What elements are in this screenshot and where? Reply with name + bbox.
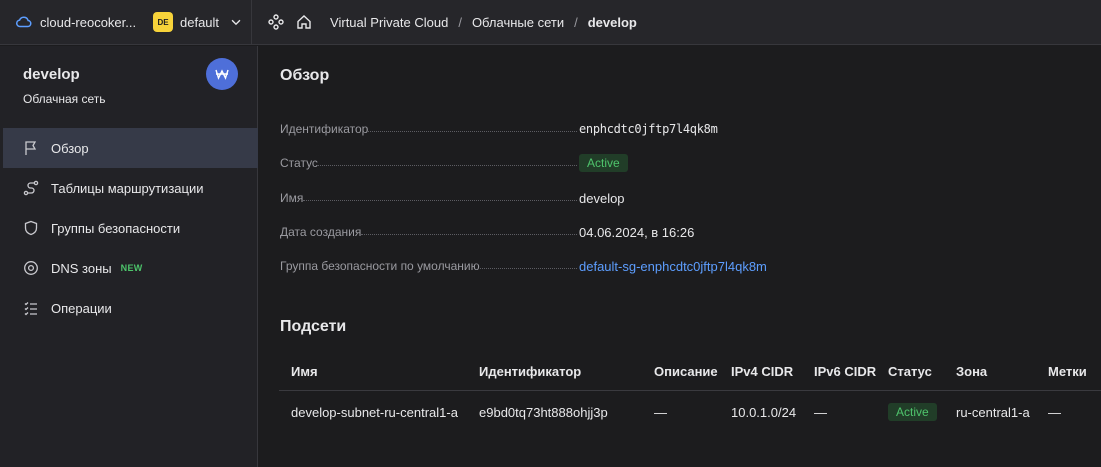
top-bar: cloud-reocoker... DE default Virtual Pri… (0, 0, 1101, 45)
main-content: Обзор Идентификатор enphcdtc0jftp7l4qk8m… (259, 46, 1101, 467)
table-row[interactable]: develop-subnet-ru-central1-a e9bd0tq73ht… (279, 391, 1101, 433)
sidebar-item-label: DNS зоны (51, 260, 112, 276)
field-row: Группа безопасности по умолчанию default… (280, 255, 840, 277)
breadcrumb-separator: / (574, 14, 578, 30)
column-header-description[interactable]: Описание (654, 352, 718, 390)
column-header-ipv4[interactable]: IPv4 CIDR (731, 352, 793, 390)
resource-type: Облачная сеть (23, 92, 106, 106)
folder-name[interactable]: default (180, 15, 219, 30)
dotted-leader (368, 131, 577, 132)
network-name: develop (579, 190, 625, 206)
column-header-ipv6[interactable]: IPv6 CIDR (814, 352, 876, 390)
subnet-ipv6: — (814, 404, 827, 420)
dotted-leader (317, 165, 577, 166)
services-icon[interactable] (268, 14, 284, 30)
sidebar-item-dns-zones[interactable]: DNS зоны NEW (3, 248, 258, 288)
field-row: Имя develop (280, 187, 840, 209)
cloud-icon (15, 16, 32, 28)
network-id[interactable]: enphcdtc0jftp7l4qk8m (579, 122, 718, 136)
table-header: Имя Идентификатор Описание IPv4 CIDR IPv… (279, 352, 1101, 391)
field-label-text: Имя (280, 191, 304, 205)
vpc-service-icon (206, 58, 238, 90)
home-icon[interactable] (296, 14, 312, 30)
sidebar-item-operations[interactable]: Операции (3, 288, 258, 328)
field-label: Идентификатор (280, 122, 579, 136)
breadcrumb-separator: / (458, 14, 462, 30)
field-label-text: Группа безопасности по умолчанию (280, 259, 480, 273)
field-label: Группа безопасности по умолчанию (280, 259, 579, 273)
field-row: Идентификатор enphcdtc0jftp7l4qk8m (280, 118, 840, 140)
created-date: 04.06.2024, в 16:26 (579, 224, 695, 240)
subnet-id: e9bd0tq73ht888ohjj3p (479, 404, 608, 420)
status-badge: Active (579, 154, 628, 172)
sidebar: develop Облачная сеть Обзор Таблицы марш… (0, 46, 258, 467)
sidebar-item-label: Операции (51, 300, 112, 316)
route-icon (23, 180, 39, 196)
cloud-selector[interactable]: cloud-reocoker... (15, 13, 140, 31)
column-header-labels[interactable]: Метки (1048, 352, 1087, 390)
sidebar-header: develop Облачная сеть (0, 46, 257, 128)
field-row: Дата создания 04.06.2024, в 16:26 (280, 221, 840, 243)
breadcrumb: Virtual Private Cloud / Облачные сети / … (330, 15, 637, 30)
shield-icon (23, 220, 39, 236)
status-badge: Active (888, 403, 937, 421)
globe-icon (23, 260, 39, 276)
chevron-down-icon[interactable] (229, 15, 243, 29)
divider (251, 0, 253, 45)
subnet-zone: ru-central1-a (956, 404, 1030, 420)
field-label-text: Дата создания (280, 225, 362, 239)
field-row: Статус Active (280, 152, 840, 174)
sidebar-item-label: Обзор (51, 140, 89, 156)
sidebar-item-route-tables[interactable]: Таблицы маршрутизации (3, 168, 258, 208)
sidebar-item-security-groups[interactable]: Группы безопасности (3, 208, 258, 248)
resource-title: develop (23, 66, 80, 83)
sidebar-item-label: Группы безопасности (51, 220, 181, 236)
list-icon (23, 300, 39, 316)
dotted-leader (479, 268, 577, 269)
field-label-text: Статус (280, 156, 318, 170)
flag-icon (23, 140, 39, 156)
field-label: Статус (280, 156, 579, 170)
column-header-id[interactable]: Идентификатор (479, 352, 581, 390)
subnet-name[interactable]: develop-subnet-ru-central1-a (291, 391, 458, 433)
sidebar-item-overview[interactable]: Обзор (3, 128, 258, 168)
folder-badge[interactable]: DE (153, 12, 173, 32)
breadcrumb-vpc[interactable]: Virtual Private Cloud (330, 15, 448, 30)
column-header-name[interactable]: Имя (291, 352, 318, 390)
section-title-overview: Обзор (280, 67, 330, 84)
breadcrumb-current: develop (587, 14, 637, 30)
subnet-description: — (654, 404, 667, 420)
subnet-status-cell: Active (888, 391, 937, 433)
field-label-text: Идентификатор (280, 122, 369, 136)
section-title-subnets: Подсети (280, 318, 347, 335)
subnet-labels: — (1048, 404, 1061, 420)
new-badge: NEW (120, 263, 143, 273)
subnet-ipv4: 10.0.1.0/24 (731, 404, 797, 420)
breadcrumb-networks[interactable]: Облачные сети (472, 15, 564, 30)
sidebar-item-label: Таблицы маршрутизации (51, 180, 204, 196)
dotted-leader (303, 200, 577, 201)
dotted-leader (361, 234, 577, 235)
field-label: Дата создания (280, 225, 579, 239)
field-label: Имя (280, 191, 579, 205)
column-header-status[interactable]: Статус (888, 352, 932, 390)
subnets-table: Имя Идентификатор Описание IPv4 CIDR IPv… (279, 352, 1101, 433)
column-header-zone[interactable]: Зона (956, 352, 987, 390)
cloud-name: cloud-reocoker... (40, 14, 137, 30)
default-security-group-link[interactable]: default-sg-enphcdtc0jftp7l4qk8m (579, 259, 767, 274)
